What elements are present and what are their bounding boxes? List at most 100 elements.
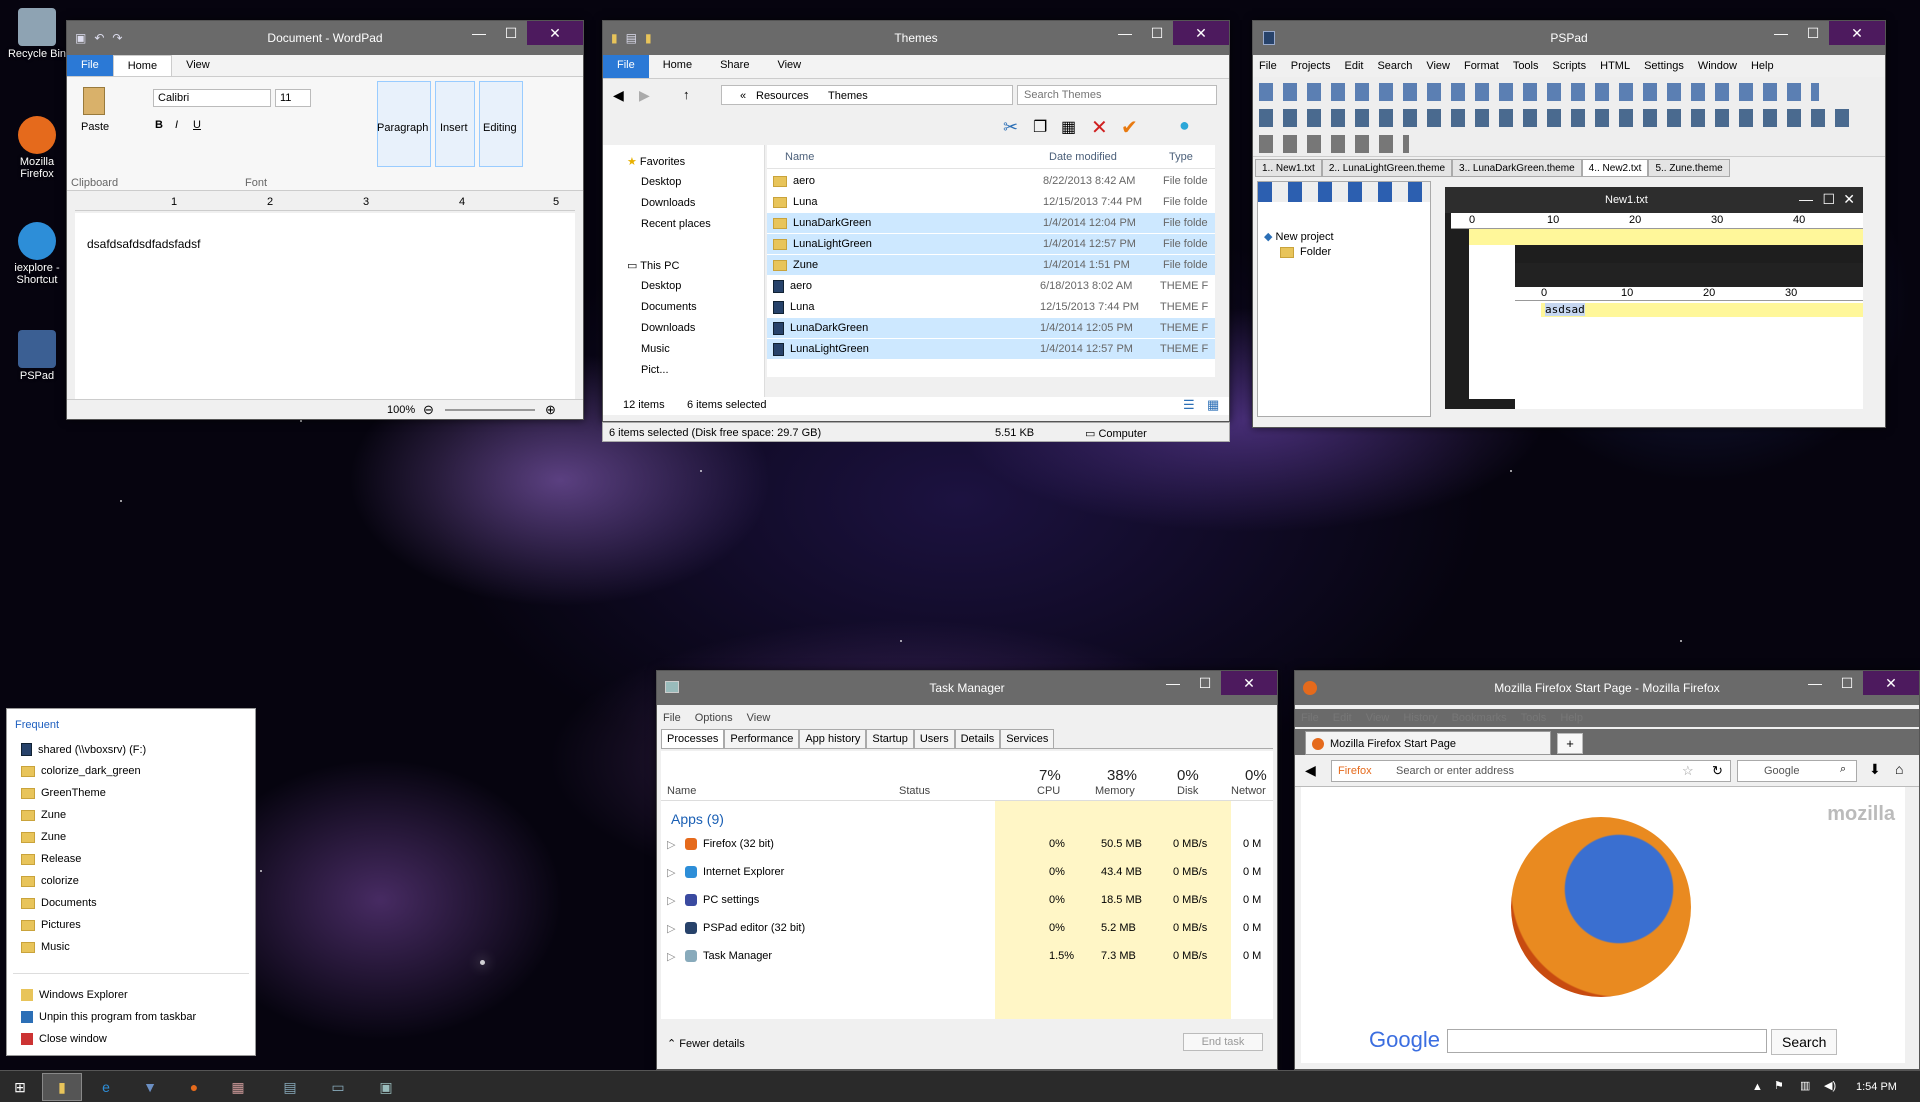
breadcrumb-resources[interactable]: Resources [756,90,809,102]
nav-pc-desktop[interactable]: Desktop [641,280,681,292]
copy-icon[interactable]: ❐ [1033,117,1047,137]
taskbar-explorer[interactable]: ▮ [42,1073,82,1101]
project-tab-bar[interactable] [1258,182,1430,202]
tab-view[interactable]: View [172,55,224,76]
menu-projects[interactable]: Projects [1291,60,1331,72]
breadcrumb-themes[interactable]: Themes [828,90,868,102]
zoom-out-button[interactable]: ⊖ [423,402,434,418]
tab-details[interactable]: Details [954,729,1001,748]
reload-icon[interactable]: ↻ [1712,763,1723,779]
nav-this-pc[interactable]: ▭ This PC [627,259,679,272]
browser-tab[interactable]: Mozilla Firefox Start Page [1305,731,1551,755]
process-row[interactable]: ▷ Internet Explorer 0% 43.4 MB 0 MB/s 0 M [661,861,1273,884]
file-row[interactable]: LunaLightGreen 1/4/2014 12:57 PM THEME F [767,339,1215,359]
menu-html[interactable]: HTML [1600,60,1630,72]
menu-format[interactable]: Format [1464,60,1499,72]
menu-file[interactable]: File [663,712,681,724]
explorer-titlebar[interactable]: ▮ ▤ ▮ Themes — ☐ ✕ [603,21,1229,55]
new2-editor[interactable]: asdsad [1541,303,1863,317]
jump-list-item[interactable]: Zune [21,831,66,843]
toolbar-row-1[interactable] [1259,83,1819,101]
menu-file[interactable]: File [1259,60,1277,72]
properties-icon[interactable]: ▤ [626,31,637,45]
child-maximize-button[interactable]: ☐ [1822,191,1835,208]
menu-edit[interactable]: Edit [1333,712,1352,724]
search-input[interactable] [1017,85,1217,105]
tab-app-history[interactable]: App history [799,729,867,748]
font-size-select[interactable]: 11 [275,89,311,107]
tab-share[interactable]: Share [706,55,763,78]
minimize-button[interactable]: — [1799,671,1831,695]
home-icon[interactable]: ⌂ [1895,761,1903,777]
task-manager-titlebar[interactable]: Task Manager — ☐ ✕ [657,671,1277,705]
globe-icon[interactable]: ● [1179,115,1190,136]
back-button[interactable]: ◀ [1305,762,1316,779]
rename-icon[interactable]: ✔ [1121,115,1138,140]
forward-button[interactable]: ▶ [639,87,650,104]
bold-button[interactable]: B [155,119,163,131]
file-row[interactable]: aero 6/18/2013 8:02 AM THEME F [767,276,1215,296]
nav-music[interactable]: Music [641,343,670,355]
file-row[interactable]: aero 8/22/2013 8:42 AM File folde [767,171,1215,191]
jump-list-item[interactable]: Music [21,941,70,953]
zoom-slider[interactable] [445,409,535,411]
minimize-button[interactable]: — [1109,21,1141,45]
recycle-bin-icon[interactable]: Recycle Bin [2,8,72,60]
search-bar[interactable]: Google ⌕ [1737,760,1857,782]
up-button[interactable]: ↑ [683,87,690,102]
network-icon[interactable]: ▥ [1800,1079,1810,1092]
file-row[interactable]: Luna 12/15/2013 7:44 PM THEME F [767,297,1215,317]
fewer-details-button[interactable]: ⌃ Fewer details [667,1037,745,1050]
delete-icon[interactable]: ✕ [1091,115,1108,140]
nav-recent-places[interactable]: Recent places [641,218,711,230]
column-type[interactable]: Type [1169,151,1193,163]
menu-tools[interactable]: Tools [1521,712,1547,724]
maximize-button[interactable]: ☐ [1797,21,1829,45]
column-date-modified[interactable]: Date modified [1049,151,1117,163]
tab-file[interactable]: File [67,55,113,76]
menu-window[interactable]: Window [1698,60,1737,72]
bookmark-star-icon[interactable]: ☆ [1682,763,1694,779]
firefox-desktop-icon[interactable]: Mozilla Firefox [2,116,72,180]
file-row[interactable]: Luna 12/15/2013 7:44 PM File folde [767,192,1215,212]
child-titlebar[interactable]: New1.txt — ☐ ✕ [1445,187,1863,213]
jump-list-item[interactable]: colorize_dark_green [21,765,141,777]
doc-tab[interactable]: 1.. New1.txt [1255,159,1322,177]
nav-desktop[interactable]: Desktop [641,176,681,188]
tab-performance[interactable]: Performance [724,729,800,748]
new-folder-icon[interactable]: ▮ [645,31,652,45]
menu-view[interactable]: View [747,712,771,724]
maximize-button[interactable]: ☐ [1141,21,1173,45]
expand-chevron-icon[interactable]: ▷ [667,950,675,963]
clock[interactable]: 1:54 PM [1856,1081,1897,1093]
expand-chevron-icon[interactable]: ▷ [667,866,675,879]
child-minimize-button[interactable]: — [1799,191,1813,207]
column-memory[interactable]: Memory [1095,785,1135,797]
nav-pictures[interactable]: Pict... [641,364,669,376]
menu-search[interactable]: Search [1377,60,1412,72]
maximize-button[interactable]: ☐ [495,21,527,45]
tab-file[interactable]: File [603,55,649,78]
menu-help[interactable]: Help [1560,712,1583,724]
menu-bookmarks[interactable]: Bookmarks [1452,712,1507,724]
doc-tab[interactable]: 2.. LunaLightGreen.theme [1321,159,1453,177]
download-icon[interactable]: ⬇ [1869,761,1881,778]
file-row[interactable]: LunaDarkGreen 1/4/2014 12:04 PM File folde [767,213,1215,233]
process-row[interactable]: ▷ Firefox (32 bit) 0% 50.5 MB 0 MB/s 0 M [661,833,1273,856]
tree-new-project[interactable]: ◆ New project [1264,230,1334,243]
toolbar-row-3[interactable] [1259,135,1409,153]
jump-list-task[interactable]: Unpin this program from taskbar [21,1011,196,1023]
paragraph-button[interactable]: Paragraph [377,81,431,167]
close-button[interactable]: ✕ [1829,21,1885,45]
jump-list-item[interactable]: shared (\\vboxsrv) (F:) [21,743,146,756]
taskbar-wordpad[interactable]: ▤ [270,1073,310,1101]
editing-button[interactable]: Editing [479,81,523,167]
process-row[interactable]: ▷ Task Manager 1.5% 7.3 MB 0 MB/s 0 M [661,945,1273,968]
tab-processes[interactable]: Processes [661,729,725,748]
address-bar[interactable]: « Resources Themes [721,85,1013,105]
undo-icon[interactable]: ↶ [94,31,104,45]
doc-tab[interactable]: 4.. New2.txt [1581,159,1649,177]
menu-options[interactable]: Options [695,712,733,724]
google-search-button[interactable]: Search [1771,1029,1838,1055]
maximize-button[interactable]: ☐ [1189,671,1221,695]
